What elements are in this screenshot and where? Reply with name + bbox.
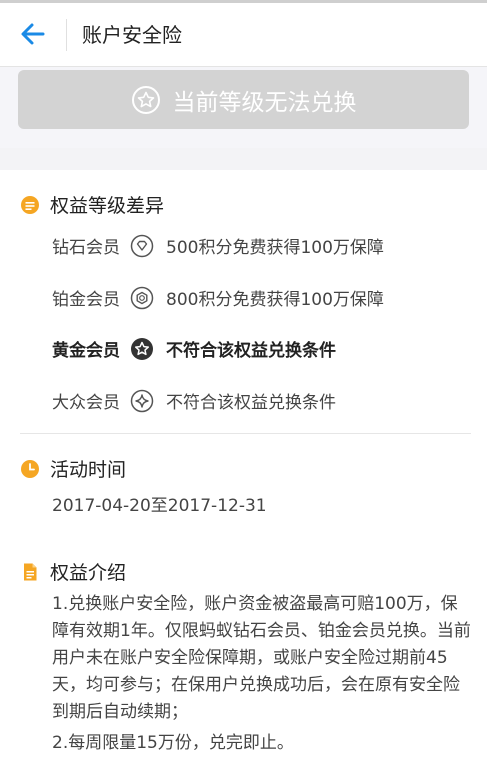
- tier-name: 大众会员: [52, 393, 120, 413]
- header-divider: [66, 19, 67, 51]
- redeem-button[interactable]: 当前等级无法兑换: [18, 70, 469, 129]
- star-badge-icon: [131, 337, 153, 360]
- intro-section-label: 权益介绍: [50, 562, 127, 584]
- redeem-button-label: 当前等级无法兑换: [172, 89, 357, 116]
- time-section-label: 活动时间: [50, 459, 127, 481]
- tier-desc: 500积分免费获得100万保障: [166, 238, 384, 258]
- intro-paragraph-2: 2.每周限量15万份，兑完即止。: [52, 733, 294, 753]
- activity-date-range: 2017-04-20至2017-12-31: [52, 496, 267, 516]
- back-arrow-icon[interactable]: [18, 19, 48, 49]
- page-title: 账户安全险: [82, 23, 182, 47]
- tier-row-diamond: 钻石会员 500积分免费获得100万保障: [52, 233, 384, 258]
- intro-paragraph-1: 1.兑换账户安全险，账户资金被盗最高可赔100万，保障有效期1年。仅限蚂蚁钻石会…: [52, 594, 471, 722]
- tier-desc: 800积分免费获得100万保障: [166, 290, 384, 310]
- tier-desc: 不符合该权益兑换条件: [166, 341, 336, 361]
- clock-icon: [21, 459, 39, 478]
- section-divider: [20, 433, 471, 434]
- tiers-section-title: 权益等级差异: [20, 191, 164, 218]
- tier-row-public: 大众会员 不符合该权益兑换条件: [52, 388, 336, 413]
- tier-name: 铂金会员: [52, 290, 120, 310]
- message-icon: [21, 195, 39, 214]
- nav-header: 账户安全险: [0, 3, 487, 67]
- tier-name: 黄金会员: [52, 341, 120, 361]
- tier-desc: 不符合该权益兑换条件: [166, 393, 336, 413]
- diamond-icon: [130, 234, 154, 257]
- intro-section-title: 权益介绍: [20, 558, 126, 585]
- document-icon: [24, 563, 37, 580]
- star-outline-icon: [131, 85, 160, 114]
- intro-text: 1.兑换账户安全险，账户资金被盗最高可赔100万，保障有效期1年。仅限蚂蚁钻石会…: [52, 591, 472, 757]
- time-section-title: 活动时间: [20, 455, 126, 482]
- hexagon-icon: [130, 286, 154, 309]
- tiers-section-label: 权益等级差异: [50, 195, 165, 217]
- tier-name: 钻石会员: [52, 238, 120, 258]
- tier-row-platinum: 铂金会员 800积分免费获得100万保障: [52, 285, 384, 310]
- sparkle-icon: [130, 389, 154, 412]
- tier-row-gold: 黄金会员 不符合该权益兑换条件: [52, 336, 336, 361]
- section-spacer: [0, 148, 487, 170]
